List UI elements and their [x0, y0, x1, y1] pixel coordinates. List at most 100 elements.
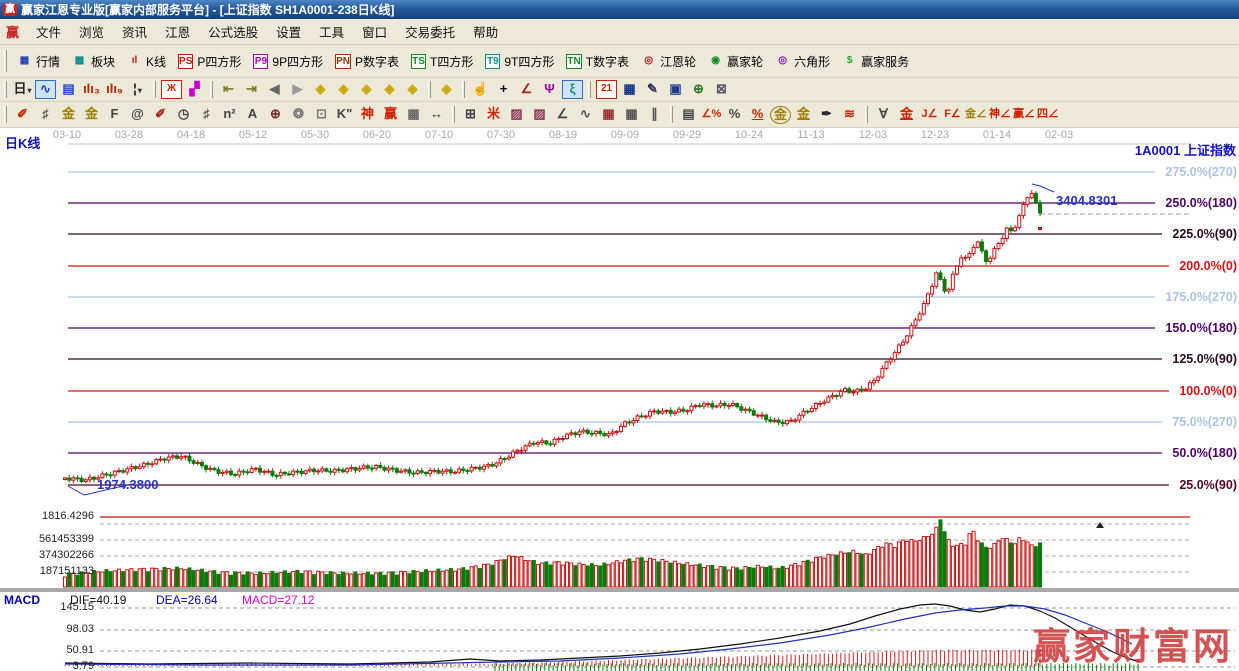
angle-tool-icon[interactable]: ∠: [516, 80, 537, 99]
circle-cross-icon[interactable]: ⊕: [265, 105, 286, 124]
f-ruler-icon[interactable]: F: [104, 105, 125, 124]
winner-wheel-button[interactable]: ◉赢家轮: [702, 51, 769, 72]
pc-tool-icon[interactable]: ⊠: [711, 80, 732, 99]
t-square-button[interactable]: TST四方形: [405, 51, 479, 72]
ruler-grid-2-icon[interactable]: ♯: [196, 105, 217, 124]
ninet-square-button[interactable]: T99T四方形: [479, 51, 560, 72]
grid-123-icon[interactable]: ▦: [403, 105, 424, 124]
ying-angle-icon[interactable]: 赢∠: [1013, 105, 1035, 124]
pen-flag-icon[interactable]: ✒: [816, 105, 837, 124]
candle-style-dropdown-icon[interactable]: ¦▾: [127, 80, 148, 99]
k-mark-icon[interactable]: K": [334, 105, 355, 124]
period-dropdown-icon[interactable]: 日▾: [12, 80, 33, 99]
scale-panel-icon[interactable]: ▤: [678, 105, 699, 124]
gann-horizontal-icon[interactable]: ◈: [356, 80, 377, 99]
menu-item-gann[interactable]: 江恩: [156, 19, 199, 44]
menu-item-help[interactable]: 帮助: [464, 19, 507, 44]
a-mirror-icon[interactable]: A: [242, 105, 263, 124]
gold-ruler-1-icon[interactable]: 金: [58, 105, 79, 124]
notes-tool-icon[interactable]: ✎: [642, 80, 663, 99]
p-number-table-button[interactable]: PNP数字表: [329, 51, 405, 72]
ray-fan-icon[interactable]: 米: [483, 105, 504, 124]
navigation-toolbar: 日▾∿▤ılı₃ılı₉¦▾Ж▞⇤⇥◀▶◈◈◈◈◈◈☝+∠Ψξ21▦✎▣⊕⊠: [0, 78, 1239, 102]
calendar-tool-icon[interactable]: 21: [596, 80, 617, 99]
menu-item-news[interactable]: 资讯: [113, 19, 156, 44]
menu-item-window[interactable]: 窗口: [353, 19, 396, 44]
menu-item-tools[interactable]: 工具: [310, 19, 353, 44]
menu-item-settings[interactable]: 设置: [267, 19, 310, 44]
board-info-icon[interactable]: ▤: [58, 80, 79, 99]
kline-button[interactable]: ılK线: [121, 51, 172, 72]
gann-wheel-button[interactable]: ◎江恩轮: [635, 51, 702, 72]
gold-underline-icon[interactable]: 金: [896, 105, 917, 124]
t-number-table-button[interactable]: TNT数字表: [560, 51, 635, 72]
gann-cross-icon[interactable]: ◈: [436, 80, 457, 99]
si-angle-icon[interactable]: 四∠: [1037, 105, 1059, 124]
gold-ruler-2-icon[interactable]: 金: [81, 105, 102, 124]
shen-tool-icon[interactable]: 神: [357, 105, 378, 124]
compress-3-icon[interactable]: ılı₃: [81, 80, 102, 99]
save-tool-icon[interactable]: ▣: [665, 80, 686, 99]
market-quotes-button[interactable]: ▦行情: [11, 51, 66, 72]
j-angle-icon[interactable]: J∠: [919, 105, 940, 124]
compass-knife-icon[interactable]: ✐: [150, 105, 171, 124]
export-tool-icon[interactable]: ⊕: [688, 80, 709, 99]
calculator-tool-icon[interactable]: ▦: [619, 80, 640, 99]
funnel-icon[interactable]: ∀: [873, 105, 894, 124]
sectors-button[interactable]: ▩板块: [66, 51, 121, 72]
menu-item-trade[interactable]: 交易委托: [396, 19, 464, 44]
hexagon-button[interactable]: ◎六角形: [769, 51, 836, 72]
next-page-icon[interactable]: ▶: [287, 80, 308, 99]
gold-lines-icon[interactable]: 金: [793, 105, 814, 124]
gann-expand-icon[interactable]: ◈: [379, 80, 400, 99]
gold-angle-icon[interactable]: 金∠: [965, 105, 987, 124]
gann-star-icon[interactable]: ◈: [402, 80, 423, 99]
n-square-icon[interactable]: n²: [219, 105, 240, 124]
first-page-icon[interactable]: ⇤: [218, 80, 239, 99]
kline-mode-icon[interactable]: Ж: [161, 80, 182, 99]
ying-tool-icon[interactable]: 赢: [380, 105, 401, 124]
zigzag-icon[interactable]: ∿: [575, 105, 596, 124]
wave-band-icon[interactable]: ≋: [839, 105, 860, 124]
compress-9-icon[interactable]: ılı₉: [104, 80, 125, 99]
menu-item-browse[interactable]: 浏览: [70, 19, 113, 44]
prev-page-icon[interactable]: ◀: [264, 80, 285, 99]
ruler-grid-1-icon[interactable]: ♯: [35, 105, 56, 124]
gann-left-icon[interactable]: ◈: [310, 80, 331, 99]
percent-icon[interactable]: %: [724, 105, 745, 124]
shen-angle-icon[interactable]: 神∠: [989, 105, 1011, 124]
price-grid-red-icon[interactable]: ▦: [598, 105, 619, 124]
crosshair-tool-icon[interactable]: +: [493, 80, 514, 99]
wave-tool-icon[interactable]: ∿: [35, 80, 56, 99]
spiral-tool-icon[interactable]: @: [127, 105, 148, 124]
price-grid-2-icon[interactable]: ▦: [621, 105, 642, 124]
chart-canvas[interactable]: [0, 128, 1239, 671]
scribble-tool-icon[interactable]: ξ: [562, 80, 583, 99]
pencil-compass-icon[interactable]: ✐: [12, 105, 33, 124]
circle-star-icon[interactable]: ❂: [288, 105, 309, 124]
ninep-square-button[interactable]: P99P四方形: [247, 51, 329, 72]
angle-percent-icon[interactable]: ∠%: [701, 105, 722, 124]
gann-right-icon[interactable]: ◈: [333, 80, 354, 99]
parallel-lines-icon[interactable]: ∥: [644, 105, 665, 124]
shade-box-2-icon[interactable]: ▨: [529, 105, 550, 124]
box-axes-icon[interactable]: ⊞: [460, 105, 481, 124]
time-dial-icon[interactable]: ◷: [173, 105, 194, 124]
hand-tool-icon[interactable]: ☝: [470, 80, 491, 99]
menu-item-formula-picker[interactable]: 公式选股: [199, 19, 267, 44]
h-measure-icon[interactable]: ↔: [426, 105, 447, 124]
f-angle-icon[interactable]: F∠: [942, 105, 963, 124]
circle-square-icon[interactable]: ⊡: [311, 105, 332, 124]
toolbar-groove: [4, 81, 7, 97]
menu-item-file[interactable]: 文件: [27, 19, 70, 44]
trend-lines-icon[interactable]: ∠: [552, 105, 573, 124]
last-page-icon[interactable]: ⇥: [241, 80, 262, 99]
winner-service-button[interactable]: $赢家服务: [836, 51, 915, 72]
percent-lines-icon[interactable]: %: [747, 105, 768, 124]
fan-tool-icon[interactable]: Ψ: [539, 80, 560, 99]
shade-box-1-icon[interactable]: ▨: [506, 105, 527, 124]
axis-date-tick: 05-12: [233, 129, 273, 141]
color-volume-icon[interactable]: ▞: [184, 80, 205, 99]
gold-circle-icon[interactable]: 金: [770, 106, 791, 124]
p-square-button[interactable]: PSP四方形: [172, 51, 247, 72]
